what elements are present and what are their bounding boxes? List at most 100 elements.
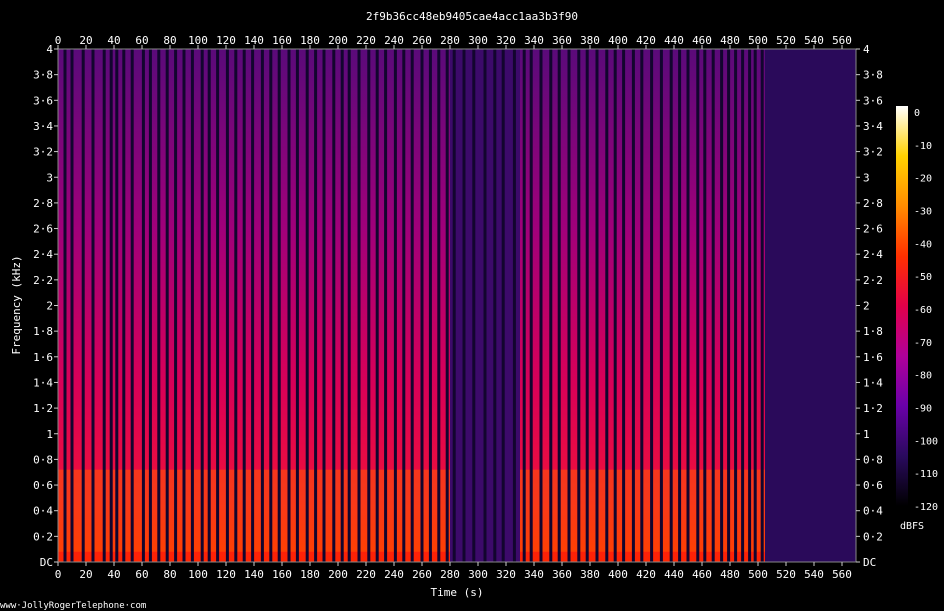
silence-gap [483,49,487,562]
x-tick-label: 440 [664,34,684,47]
y-tick-label: 3·2 [33,146,53,159]
y-tick-label: 3·8 [33,69,53,82]
silence-gap [384,49,388,562]
silence-gap [322,49,326,562]
y-tick-label: 2·8 [33,197,53,210]
y-tick-label: 1·8 [33,325,53,338]
silence-gap [753,49,757,562]
silence-gap [367,49,371,562]
y-tick-label: 1·4 [863,376,883,389]
colorbar-tick-label: -20 [914,174,932,185]
silence-gap [375,49,379,562]
silence-gap [522,49,526,562]
silence-gap [182,49,186,562]
x-tick-label: 240 [384,568,404,581]
x-tick-label: 360 [552,34,572,47]
x-tick-label: 160 [272,568,292,581]
silence-gap [472,49,476,562]
y-tick-label: 0·6 [33,479,53,492]
x-tick-label: 20 [79,34,92,47]
y-tick-label: 3·2 [863,146,883,159]
spectrogram-chart: 2f9b36cc48eb9405cae4acc1aa3b3f90 0 20 40 60… [0,10,938,611]
silence-gap [748,49,752,562]
colorbar-tick-label: -30 [914,207,932,218]
x-tick-label: 360 [552,568,572,581]
colorbar-tick-label: -50 [914,272,932,283]
silence-gap [493,49,497,562]
silence-gap [157,49,161,562]
silence-gap [605,49,609,562]
x-tick-label: 0 [55,34,62,47]
silence-gap [437,49,441,562]
y-tick-label: DC [40,556,53,569]
y-tick-label: 1·8 [863,325,883,338]
x-tick-label: 180 [300,34,320,47]
x-tick-label: 400 [608,568,628,581]
y-tick-label: 2·2 [863,274,883,287]
silence-gap [631,49,635,562]
silence-gap [501,49,505,562]
silence-gap [720,49,724,562]
silence-gap [242,49,246,562]
silence-gap [277,49,281,562]
silence-gap [130,49,134,562]
silence-gap [251,49,255,562]
y-tick-label: 1·2 [863,402,883,415]
x-tick-label: 300 [468,34,488,47]
silence-gap [428,49,432,562]
silence-gap [70,49,74,562]
y-tick-label: 4 [46,43,53,56]
silence-gap [148,49,152,562]
colorbar-tick-label: -80 [914,371,932,382]
silence-gap [420,49,424,562]
y-tick-label: 3·6 [33,94,53,107]
silence-gap [141,49,145,562]
silence-gap [340,49,344,562]
x-tick-label: 0 [55,568,62,581]
x-tick-label: 300 [468,568,488,581]
y-tick-label: 2·4 [33,248,53,261]
x-tick-label: 480 [720,34,740,47]
silence-gap [122,49,126,562]
y-tick-label: 0·6 [863,479,883,492]
x-tick-label: 380 [580,568,600,581]
silence-gap [734,49,738,562]
silence-gap [703,49,707,562]
silence-gap [585,49,589,562]
y-tick-label: 1 [863,428,870,441]
silence-gap [357,49,361,562]
colorbar-tick-label: -70 [914,338,932,349]
colorbar-label: dBFS [900,521,924,532]
y-tick-label: 1·2 [33,402,53,415]
y-tick-label: 0·2 [863,530,883,543]
colorbar-tick-label: -60 [914,305,932,316]
y-tick-label: 0·2 [33,530,53,543]
x-tick-label: 520 [776,568,796,581]
x-tick-label: 20 [79,568,92,581]
silence-gap [115,49,119,562]
y-axis-label: Frequency (kHz) [10,255,23,354]
x-tick-label: 500 [748,34,768,47]
silence-gap [529,49,533,562]
silence-gap [741,49,745,562]
x-tick-label: 540 [804,34,824,47]
silence-gap [577,49,581,562]
colorbar-tick-label: -10 [914,141,932,152]
x-tick-label: 80 [163,34,176,47]
silence-gap [696,49,700,562]
silence-gap [567,49,571,562]
x-axis-label: Time (s) [431,586,484,599]
y-tick-label: 0·4 [863,505,883,518]
y-tick-label: 2·2 [33,274,53,287]
y-tick-label: 3 [46,171,53,184]
x-tick-label: 140 [244,568,264,581]
x-tick-label: 200 [328,568,348,581]
x-tick-label: 540 [804,568,824,581]
x-tick-label: 260 [412,34,432,47]
chart-title: 2f9b36cc48eb9405cae4acc1aa3b3f90 [366,10,578,23]
silence-gap [452,49,456,562]
silence-gap [207,49,211,562]
watermark: www·JollyRogerTelephone·com [0,601,146,611]
x-tick-label: 460 [692,568,712,581]
y-tick-label: 1·4 [33,376,53,389]
